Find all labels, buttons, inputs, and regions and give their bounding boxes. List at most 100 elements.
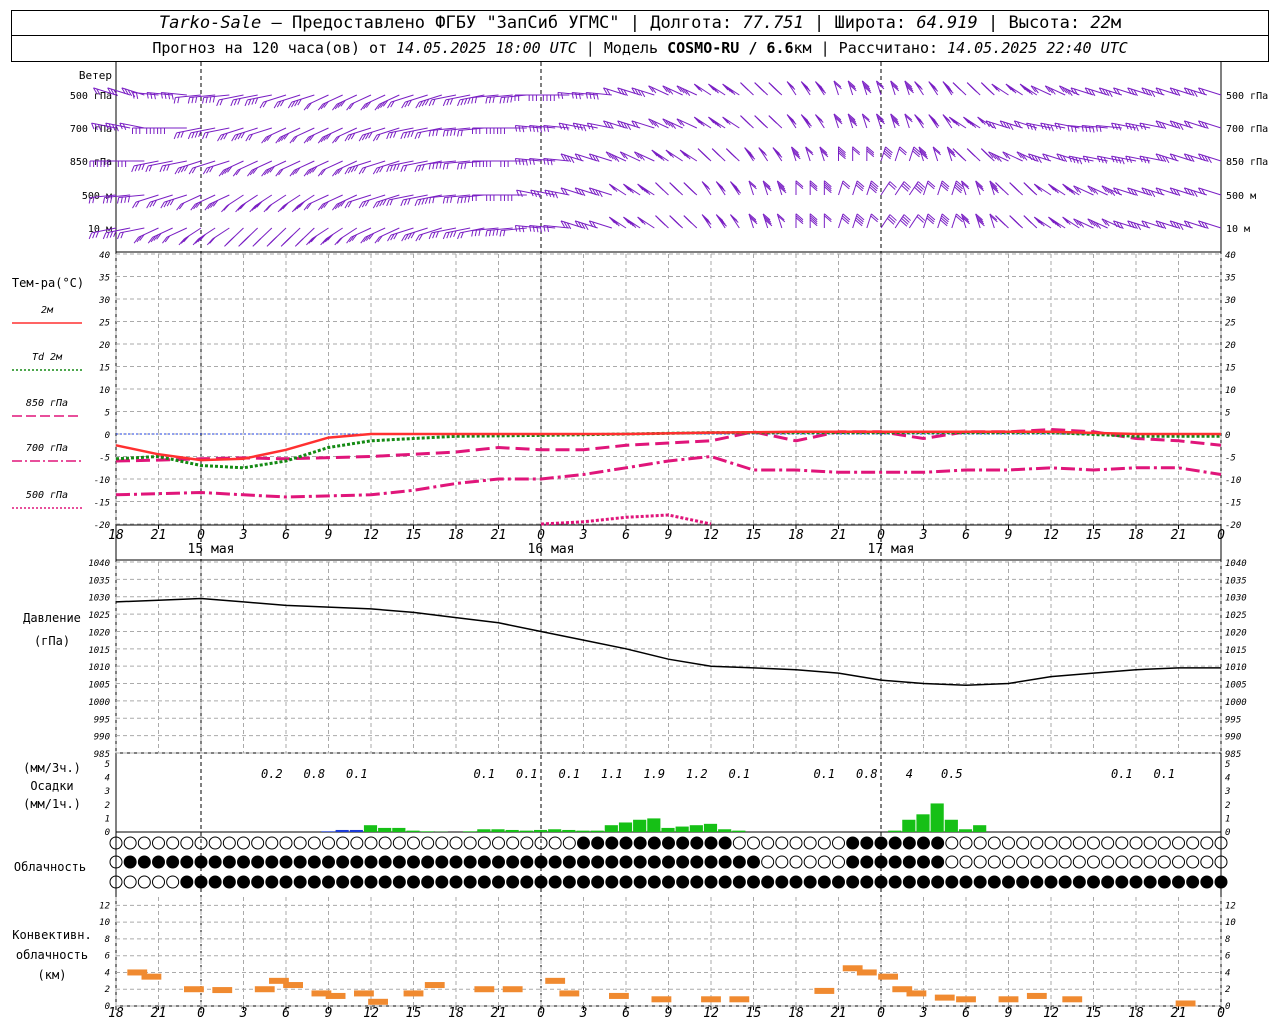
conv-bar — [474, 986, 495, 993]
wind-barb-feather — [428, 232, 433, 240]
wind-barb-feather — [741, 83, 749, 91]
wind-barb-feather — [296, 238, 304, 246]
wind-barb — [952, 148, 967, 162]
cloud-symbol — [1186, 855, 1200, 869]
wind-barb — [805, 146, 814, 162]
precip-bar — [562, 829, 576, 832]
wind-barb — [344, 194, 372, 209]
wind-barb-feather — [135, 92, 139, 99]
day-label: 17 мая — [868, 542, 915, 557]
wind-barb-feather — [306, 238, 313, 246]
cloud-symbol — [662, 875, 675, 889]
precip-3h-total: 0.1 — [813, 767, 835, 781]
conv-ytick-left: 12 — [99, 901, 110, 911]
cloud-symbol — [803, 836, 817, 850]
temp-ytick-right: 40 — [1225, 251, 1236, 261]
wind-barb-staff — [403, 127, 428, 134]
cloud-symbol — [180, 855, 194, 869]
time-tick-label: 9 — [325, 528, 333, 543]
cloud-symbol — [973, 855, 987, 869]
cloud-symbol — [1200, 875, 1214, 889]
cloud-symbol — [293, 875, 307, 889]
wind-barb-feather — [529, 158, 532, 165]
wind-barb — [247, 160, 273, 177]
cloud-symbol — [1101, 875, 1115, 889]
conv-bar — [424, 982, 445, 989]
pressure-ytick-right: 995 — [1225, 715, 1241, 725]
wind-barb-feather — [488, 230, 492, 237]
wind-barb-feather — [191, 97, 194, 104]
wind-barb-feather — [478, 229, 481, 236]
cloud-symbol — [208, 836, 222, 850]
cloud-symbol — [690, 875, 704, 889]
wind-barb — [543, 158, 570, 166]
wind-barb-feather — [160, 92, 163, 99]
temp-ytick-right: -10 — [1225, 476, 1241, 486]
wind-barb-feather — [202, 97, 205, 104]
time-tick-label: 21 — [1171, 1006, 1187, 1021]
wind-barb — [665, 149, 683, 162]
wind-barb-feather — [557, 92, 560, 99]
precip-ytick-right: 0 — [1225, 828, 1230, 838]
wind-barb-feather — [372, 201, 378, 209]
wind-barb — [1009, 215, 1024, 229]
time-tick-label: 18 — [788, 1006, 804, 1021]
wind-barb — [332, 94, 358, 111]
wind-barb — [800, 81, 811, 96]
cloud-symbol — [421, 836, 435, 850]
wind-barb-feather — [525, 159, 528, 166]
wind-barb — [623, 216, 641, 229]
wind-barb — [833, 80, 842, 96]
wind-barb-feather — [221, 205, 228, 213]
precip-3h-total: 4 — [906, 767, 913, 781]
cloud-symbol — [832, 836, 845, 850]
cloud-symbol — [364, 836, 378, 850]
wind-barb-feather — [432, 197, 435, 204]
cloud-symbol — [704, 855, 718, 869]
wind-barb — [588, 187, 612, 198]
wind-barb-feather — [1088, 126, 1091, 133]
cloud-symbol — [591, 875, 605, 889]
wind-barb — [252, 227, 273, 247]
cloud-symbol — [605, 875, 619, 889]
cloud-symbol — [350, 855, 364, 869]
wind-barb-feather — [550, 159, 553, 166]
wind-barb — [303, 160, 329, 177]
wind-barb — [232, 160, 258, 177]
wind-barb-feather — [518, 125, 521, 132]
cloud-symbol — [1058, 875, 1072, 889]
cloud-symbol — [619, 836, 633, 850]
conv-bar — [184, 986, 204, 993]
pressure-ytick-right: 1025 — [1225, 611, 1247, 621]
temp-legend-label: 850 гПа — [26, 398, 68, 409]
wind-barb-feather — [160, 201, 165, 209]
time-tick-label: 9 — [325, 1006, 333, 1021]
wind-barb — [132, 127, 159, 134]
wind-barb-feather — [713, 149, 721, 157]
wind-barb — [730, 214, 740, 229]
conv-ytick-right: 4 — [1225, 968, 1230, 978]
conv-bar — [856, 969, 877, 976]
wind-barb — [838, 146, 846, 161]
wind-barb-feather — [488, 97, 492, 104]
wind-barb-feather — [585, 92, 588, 99]
cloud-symbol — [364, 875, 378, 889]
pressure-ytick-right: 1040 — [1225, 559, 1247, 569]
precip-bar — [576, 830, 590, 832]
wind-barb-feather — [212, 96, 215, 103]
precip-unit-3h: (мм/3ч.) — [23, 761, 81, 775]
cloud-symbol — [222, 875, 236, 889]
cloud-symbol — [832, 875, 845, 889]
wind-barb-staff — [226, 194, 244, 207]
precip-3h-total: 0.1 — [516, 767, 538, 781]
time-tick-label: 18 — [788, 528, 804, 543]
wind-level-label-left: 500 гПа — [70, 91, 112, 102]
temp-ytick-right: -5 — [1225, 454, 1236, 464]
cloud-symbol — [208, 875, 222, 889]
wind-barb — [238, 227, 259, 247]
wind-barb — [815, 81, 827, 96]
cloud-symbol — [435, 855, 449, 869]
pressure-ytick-left: 1010 — [88, 663, 110, 673]
cloud-symbol — [1058, 836, 1072, 850]
conv-bar — [141, 973, 162, 980]
